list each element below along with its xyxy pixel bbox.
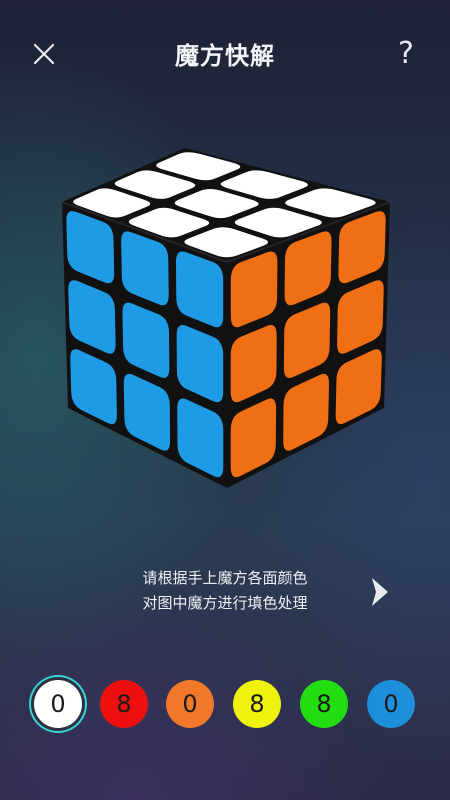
swatch-white[interactable]: 0: [34, 680, 82, 728]
play-arrow-icon: [372, 578, 388, 606]
instruction-line-1: 请根据手上魔方各面颜色: [142, 569, 308, 587]
swatch-orange[interactable]: 0: [166, 680, 214, 728]
swatch-blue[interactable]: 0: [367, 680, 415, 728]
swatch-count: 0: [50, 690, 66, 718]
swatch-yellow[interactable]: 8: [233, 680, 281, 728]
swatch-count: 8: [249, 690, 265, 718]
rubiks-cube[interactable]: [50, 130, 410, 500]
cube-view[interactable]: [50, 130, 410, 500]
instruction-line-2: 对图中魔方进行填色处理: [142, 594, 308, 612]
swatch-count: 0: [383, 690, 399, 718]
swatch-red[interactable]: 8: [100, 680, 148, 728]
swatch-count: 8: [316, 690, 332, 718]
swatch-count: 8: [116, 690, 132, 718]
top-bar: 魔方快解 ?: [0, 0, 450, 110]
color-palette: 0 8 0 8 8 0: [0, 676, 450, 732]
swatch-count: 0: [182, 690, 198, 718]
next-button[interactable]: [364, 574, 394, 610]
help-button[interactable]: ?: [388, 34, 424, 74]
instructions: 请根据手上魔方各面颜色 对图中魔方进行填色处理: [100, 566, 350, 616]
swatch-green[interactable]: 8: [300, 680, 348, 728]
page-title: 魔方快解: [175, 42, 275, 70]
